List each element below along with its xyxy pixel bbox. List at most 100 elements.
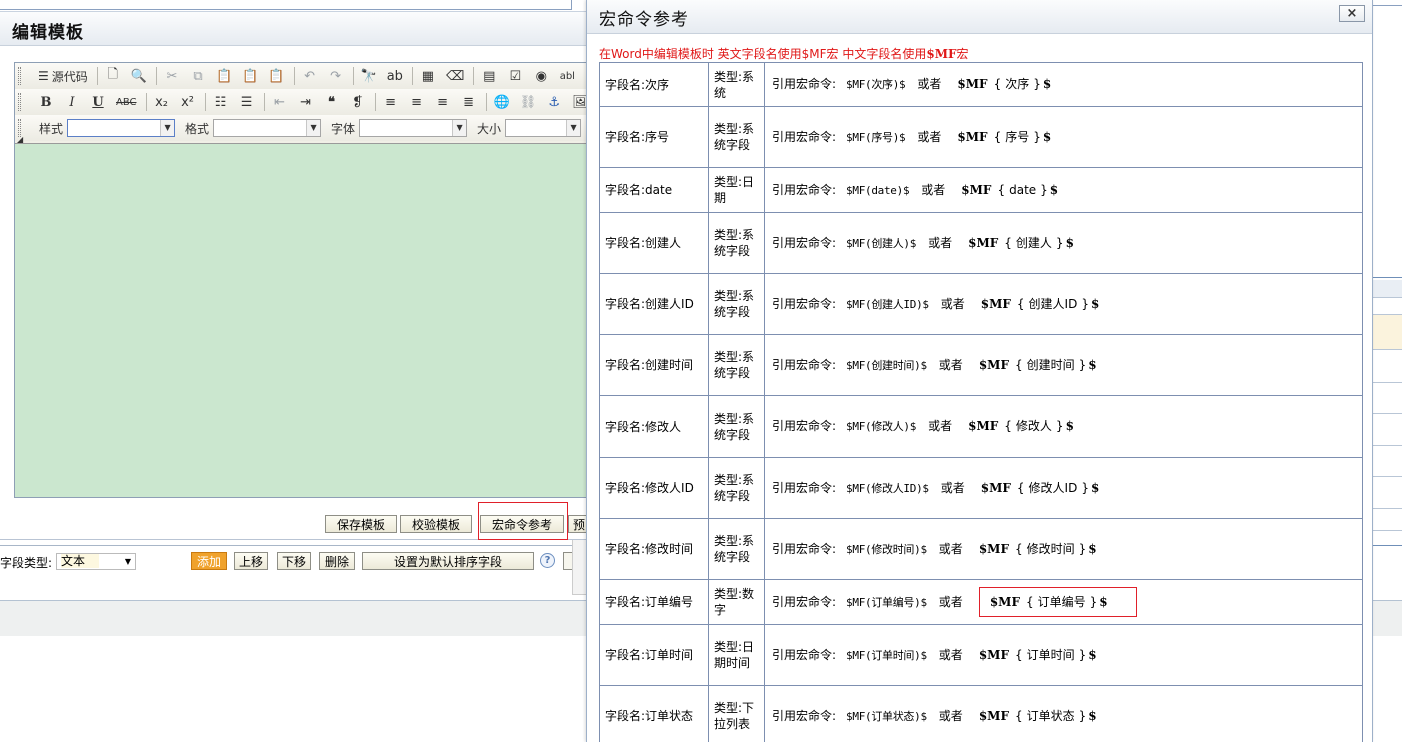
field-type-cell: 类型:系统字段 (708, 212, 765, 274)
align-center-icon[interactable]: ≡ (406, 92, 428, 112)
or-label: 或者 (917, 77, 942, 91)
paste-word-icon[interactable]: 📋 (265, 66, 287, 86)
justify-icon[interactable]: ≣ (458, 92, 480, 112)
format-label: 格式 (185, 121, 210, 136)
move-down-button[interactable]: 下移 (277, 552, 311, 570)
italic-icon[interactable]: I (61, 92, 83, 112)
indent-icon[interactable]: ⇥ (295, 92, 317, 112)
alt-macro-code: $MF{修改人ID} $ (980, 480, 1100, 495)
macro-row: 字段名:订单状态 类型:下拉列表 引用宏命令: $MF(订单状态)$ 或者 $MF{订单状… (599, 685, 1363, 742)
format-select[interactable]: ▼ (213, 119, 322, 137)
unordered-list-icon[interactable]: ☰ (236, 92, 258, 112)
ref-label: 引用宏命令: (772, 595, 837, 609)
delete-field-button[interactable]: 删除 (319, 552, 355, 570)
preview-button[interactable]: 预 (568, 515, 588, 533)
blockquote-icon[interactable]: ❝ (321, 92, 343, 112)
editor-content-area[interactable] (15, 143, 595, 497)
size-select[interactable]: ▼ (505, 119, 582, 137)
undo-icon[interactable]: ↶ (299, 66, 321, 86)
radio-icon[interactable]: ◉ (530, 66, 552, 86)
macro-row: 字段名:修改人ID 类型:系统字段 引用宏命令: $MF(修改人ID)$ 或者 $MF{修… (599, 457, 1363, 519)
macro-code: $MF(订单时间)$ (846, 648, 927, 662)
ref-label: 引用宏命令: (772, 708, 837, 723)
replace-icon[interactable]: ab (384, 66, 406, 86)
ref-label: 引用宏命令: (772, 235, 837, 250)
editor-toolbar-row-2: B I U ABC x₂ x² ☷ ☰ ⇤ ⇥ ❝ ❡ ≡ ≡ ≡ ≣ 🌐 ⛓ … (15, 89, 595, 115)
superscript-icon[interactable]: x² (177, 92, 199, 112)
macro-reference-highlight (478, 502, 568, 540)
or-label: 或者 (938, 357, 963, 372)
form-icon[interactable]: ▤ (478, 66, 500, 86)
outdent-icon[interactable]: ⇤ (269, 92, 291, 112)
alt-field-name: 修改人ID (1028, 480, 1078, 495)
ref-label: 引用宏命令: (772, 647, 837, 662)
or-label: 或者 (928, 235, 953, 250)
macro-reference-dialog: 宏命令参考 × 在Word中编辑模板时 英文字段名使用$MF宏 中文字段名使用$… (586, 0, 1373, 742)
alt-macro-code: $MF{序号} $ (957, 129, 1052, 144)
macro-row: 字段名:修改人 类型:系统字段 引用宏命令: $MF(修改人)$ 或者 $MF{修改人} $ (599, 395, 1363, 458)
source-code-icon: ☰ (38, 69, 49, 83)
macro-row: 字段名:创建人ID 类型:系统字段 引用宏命令: $MF(创建人ID)$ 或者 $MF{创… (599, 273, 1363, 335)
validate-template-button[interactable]: 校验模板 (400, 515, 472, 533)
macro-reference-titlebar[interactable]: 宏命令参考 × (587, 0, 1372, 34)
strikethrough-icon[interactable]: ABC (113, 92, 140, 112)
style-select[interactable]: ▼ (67, 119, 176, 137)
alt-macro-code: $MF{创建人} $ (968, 235, 1074, 250)
move-up-button[interactable]: 上移 (234, 552, 268, 570)
ref-label: 引用宏命令: (772, 541, 837, 556)
field-name-cell: 字段名:序号 (599, 106, 709, 168)
paste-icon[interactable]: 📋 (213, 66, 235, 86)
align-left-icon[interactable]: ≡ (380, 92, 402, 112)
redo-icon[interactable]: ↷ (325, 66, 347, 86)
macro-table-scroll[interactable]: 字段名:次序 类型:系统 引用宏命令: $MF(次序)$ 或者 $MF{次序} $ 字段名:序… (587, 62, 1372, 742)
paste-text-icon[interactable]: 📋 (239, 66, 261, 86)
checkbox-icon[interactable]: ☑ (504, 66, 526, 86)
alt-macro-code: $MF{修改时间} $ (978, 541, 1097, 556)
or-label: 或者 (917, 129, 942, 144)
align-right-icon[interactable]: ≡ (432, 92, 454, 112)
unlink-icon[interactable]: ⛓ (517, 92, 540, 112)
add-field-button[interactable]: 添加 (191, 552, 227, 570)
macro-ref-cell: 引用宏命令: $MF(次序)$ 或者 $MF{次序} $ (764, 62, 1363, 107)
macro-code: $MF(创建人ID)$ (846, 297, 929, 311)
select-all-icon[interactable]: ▦ (417, 66, 439, 86)
alt-macro-code: $MF{订单状态} $ (978, 708, 1097, 723)
close-icon[interactable]: × (1339, 5, 1365, 22)
anchor-icon[interactable]: ⚓ (543, 92, 565, 112)
copy-icon[interactable]: ⧉ (187, 66, 209, 86)
source-code-button[interactable]: ☰ 源代码 (35, 66, 91, 86)
cut-icon[interactable]: ✂ (161, 66, 183, 86)
ordered-list-icon[interactable]: ☷ (210, 92, 232, 112)
link-icon[interactable]: 🌐 (491, 92, 513, 112)
alt-field-name: 创建人 (1015, 235, 1052, 250)
div-icon[interactable]: ❡ (347, 92, 369, 112)
ref-label: 引用宏命令: (772, 296, 837, 311)
scrollbar[interactable] (572, 540, 586, 595)
underline-icon[interactable]: U (87, 92, 109, 112)
preview-icon[interactable]: 🔍 (128, 66, 150, 86)
toolbar-grip[interactable] (18, 93, 21, 111)
ref-label: 引用宏命令: (772, 77, 837, 91)
macro-ref-cell: 引用宏命令: $MF(序号)$ 或者 $MF{序号} $ (764, 106, 1363, 168)
field-type-cell: 类型:系统字段 (708, 518, 765, 580)
new-page-icon[interactable]: 🗋 (102, 66, 124, 86)
alt-macro-code: $MF{创建时间} $ (978, 357, 1097, 372)
set-default-sort-button[interactable]: 设置为默认排序字段 (362, 552, 534, 570)
alt-macro-code: $MF{修改人} $ (968, 419, 1074, 433)
remove-format-icon[interactable]: ⌫ (443, 66, 467, 86)
field-type-cell: 类型:系统字段 (708, 334, 765, 396)
background-window-edge (0, 0, 586, 12)
font-select[interactable]: ▼ (359, 119, 468, 137)
find-icon[interactable]: 🔭 (358, 66, 380, 86)
macro-ref-cell: 引用宏命令: $MF(订单时间)$ 或者 $MF{订单时间} $ (764, 624, 1363, 686)
help-icon[interactable]: ? (540, 553, 555, 568)
subscript-icon[interactable]: x₂ (151, 92, 173, 112)
textfield-icon[interactable]: abl (556, 66, 578, 86)
panel-footer-band (0, 600, 586, 636)
or-label: 或者 (938, 541, 963, 556)
save-template-button[interactable]: 保存模板 (325, 515, 397, 533)
macro-ref-cell: 引用宏命令: $MF(订单状态)$ 或者 $MF{订单状态} $ (764, 685, 1363, 742)
bold-icon[interactable]: B (35, 92, 57, 112)
field-type-select[interactable]: 文本 ▼ (56, 553, 136, 570)
toolbar-grip[interactable] (18, 67, 21, 85)
